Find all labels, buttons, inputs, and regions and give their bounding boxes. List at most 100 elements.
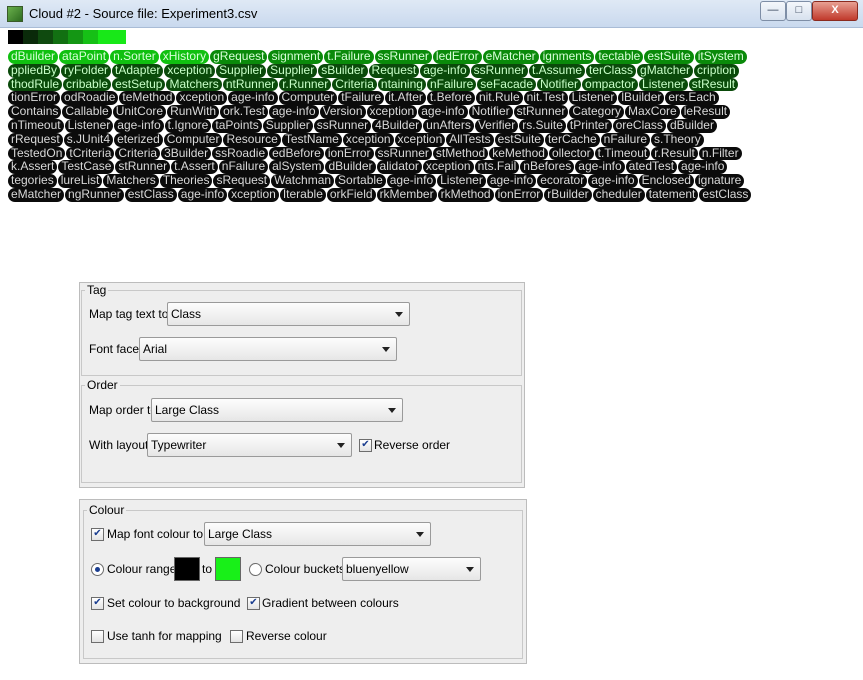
tag-cloud-word[interactable]: k.Assert bbox=[8, 160, 58, 175]
tag-cloud-word[interactable]: oreClass bbox=[612, 118, 666, 133]
tag-cloud-word[interactable]: xception bbox=[342, 132, 394, 147]
layout-select[interactable]: Typewriter bbox=[147, 433, 352, 457]
tag-cloud-word[interactable]: TestName bbox=[281, 132, 342, 147]
reverse-order-checkbox[interactable]: ✔ bbox=[359, 439, 372, 452]
tag-cloud-word[interactable]: Notifier bbox=[468, 104, 513, 119]
tag-cloud-word[interactable]: ssRunner bbox=[374, 146, 432, 161]
tag-cloud-word[interactable]: nit.Test bbox=[523, 91, 568, 106]
tag-cloud-word[interactable]: Matchers bbox=[166, 77, 222, 92]
tag-cloud-word[interactable]: alSystem bbox=[269, 160, 325, 175]
colour-buckets-select[interactable]: bluenyellow bbox=[342, 557, 481, 581]
tag-cloud-word[interactable]: s.Theory bbox=[651, 132, 704, 147]
tag-cloud-word[interactable]: taPoints bbox=[212, 118, 262, 133]
tag-cloud-word[interactable]: Contains bbox=[8, 104, 62, 119]
tag-cloud-word[interactable]: age-info bbox=[575, 160, 625, 175]
tag-cloud-word[interactable]: age-info bbox=[588, 173, 638, 188]
tag-cloud-word[interactable]: cription bbox=[694, 63, 739, 78]
tag-cloud-word[interactable]: Matchers bbox=[103, 173, 159, 188]
tag-cloud-word[interactable]: ngRunner bbox=[65, 187, 124, 202]
tag-cloud-word[interactable]: rRequest bbox=[8, 132, 63, 147]
tag-cloud-word[interactable]: nit.Rule bbox=[475, 91, 523, 106]
tag-cloud-word[interactable]: ork.Test bbox=[220, 104, 269, 119]
tag-cloud-word[interactable]: s.JUnit4 bbox=[63, 132, 114, 147]
tag-cloud-word[interactable]: nFailure bbox=[600, 132, 651, 147]
tag-cloud-word[interactable]: Supplier bbox=[216, 63, 267, 78]
tag-cloud-word[interactable]: Supplier bbox=[267, 63, 318, 78]
tag-cloud-word[interactable]: r.Result bbox=[651, 146, 698, 161]
tag-cloud-word[interactable]: ecorator bbox=[537, 173, 588, 188]
tag-cloud-word[interactable]: leResult bbox=[680, 104, 731, 119]
tag-cloud-word[interactable]: Computer bbox=[163, 132, 223, 147]
tag-cloud-word[interactable]: Callable bbox=[62, 104, 112, 119]
tag-cloud-word[interactable]: t.Timeout bbox=[594, 146, 651, 161]
maximize-button[interactable]: □ bbox=[786, 1, 812, 21]
tag-cloud-word[interactable]: it.After bbox=[385, 91, 426, 106]
tag-cloud-word[interactable]: Listener bbox=[437, 173, 486, 188]
tag-cloud-word[interactable]: xception bbox=[422, 160, 474, 175]
tag-cloud-word[interactable]: age-info bbox=[418, 104, 468, 119]
tag-cloud-word[interactable]: Notifier bbox=[537, 77, 582, 92]
tag-cloud-word[interactable]: unAfters bbox=[423, 118, 474, 133]
tag-cloud-word[interactable]: xception bbox=[366, 104, 418, 119]
tag-cloud-word[interactable]: xception bbox=[176, 91, 228, 106]
tag-cloud-word[interactable]: Theories bbox=[159, 173, 213, 188]
tag-cloud-word[interactable]: ppliedBy bbox=[8, 63, 61, 78]
tag-cloud-word[interactable]: nTimeout bbox=[8, 118, 64, 133]
tag-cloud-word[interactable]: dBuilder bbox=[325, 160, 376, 175]
tag-cloud-word[interactable]: edBefore bbox=[269, 146, 324, 161]
tag-cloud-word[interactable]: ompactor bbox=[582, 77, 639, 92]
tag-cloud-word[interactable]: orkField bbox=[326, 187, 376, 202]
tag-cloud-word[interactable]: gMatcher bbox=[637, 63, 694, 78]
map-font-colour-checkbox[interactable]: ✔ bbox=[91, 528, 104, 541]
tag-cloud-word[interactable]: thodRule bbox=[8, 77, 63, 92]
tag-cloud-word[interactable]: age-info bbox=[386, 173, 437, 188]
tag-cloud-word[interactable]: atedTest bbox=[625, 160, 678, 175]
tag-cloud-word[interactable]: estSuite bbox=[644, 49, 694, 64]
tag-cloud-word[interactable]: tFailure bbox=[338, 91, 385, 106]
tag-cloud-word[interactable]: Listener bbox=[568, 91, 618, 106]
tag-cloud-word[interactable]: terCache bbox=[544, 132, 600, 147]
tag-cloud-word[interactable]: age-info bbox=[228, 91, 278, 106]
tag-cloud-word[interactable]: MaxCore bbox=[625, 104, 680, 119]
tag-cloud-word[interactable]: ionError bbox=[494, 187, 544, 202]
tag-cloud-word[interactable]: Request bbox=[368, 63, 420, 78]
tag-cloud-word[interactable]: sBuilder bbox=[318, 63, 368, 78]
tag-cloud-word[interactable]: nBefores bbox=[520, 160, 575, 175]
tag-cloud-word[interactable]: stMethod bbox=[432, 146, 489, 161]
tag-cloud-word[interactable]: itSystem bbox=[694, 49, 747, 64]
tag-cloud-word[interactable]: cheduler bbox=[592, 187, 645, 202]
tag-cloud-word[interactable]: ntaining bbox=[377, 77, 426, 92]
tag-cloud-word[interactable]: estClass bbox=[124, 187, 177, 202]
tag-cloud-word[interactable]: ollector bbox=[548, 146, 594, 161]
tag-cloud-word[interactable]: n.Sorter bbox=[110, 49, 159, 64]
tag-cloud-word[interactable]: alidator bbox=[376, 160, 422, 175]
tag-cloud-word[interactable]: Criteria bbox=[332, 77, 377, 92]
tag-cloud-word[interactable]: keMethod bbox=[489, 146, 548, 161]
tag-cloud-word[interactable]: n.Filter bbox=[698, 146, 742, 161]
tag-cloud-word[interactable]: age-info bbox=[486, 173, 537, 188]
map-font-colour-select[interactable]: Large Class bbox=[204, 522, 431, 546]
range-from-color-button[interactable] bbox=[174, 557, 200, 581]
tag-cloud-word[interactable]: Resource bbox=[223, 132, 281, 147]
tag-cloud-word[interactable]: Iterable bbox=[279, 187, 326, 202]
tag-cloud-word[interactable]: 3Builder bbox=[161, 146, 212, 161]
tag-cloud-word[interactable]: age-info bbox=[114, 118, 164, 133]
tag-cloud-word[interactable]: tPrinter bbox=[566, 118, 612, 133]
tag-cloud-word[interactable]: Listener bbox=[639, 77, 688, 92]
tag-cloud-word[interactable]: age-info bbox=[269, 104, 319, 119]
tag-cloud-word[interactable]: tatement bbox=[645, 187, 699, 202]
tag-cloud-word[interactable]: xception bbox=[228, 187, 279, 202]
tag-cloud-word[interactable]: 4Builder bbox=[372, 118, 423, 133]
tag-cloud-word[interactable]: eterized bbox=[114, 132, 163, 147]
use-tanh-checkbox[interactable] bbox=[91, 630, 104, 643]
tag-cloud-word[interactable]: gRequest bbox=[210, 49, 268, 64]
tag-cloud-word[interactable]: Sortable bbox=[335, 173, 386, 188]
tag-cloud-word[interactable]: lureList bbox=[57, 173, 103, 188]
tag-cloud-word[interactable]: stRunner bbox=[513, 104, 569, 119]
tag-cloud-word[interactable]: ignments bbox=[539, 49, 595, 64]
tag-cloud-word[interactable]: tectable bbox=[595, 49, 644, 64]
tag-cloud-word[interactable]: estClass bbox=[699, 187, 752, 202]
tag-cloud-word[interactable]: xception bbox=[164, 63, 216, 78]
tag-cloud-word[interactable]: ryFolder bbox=[61, 63, 112, 78]
tag-cloud-word[interactable]: nFailure bbox=[426, 77, 477, 92]
